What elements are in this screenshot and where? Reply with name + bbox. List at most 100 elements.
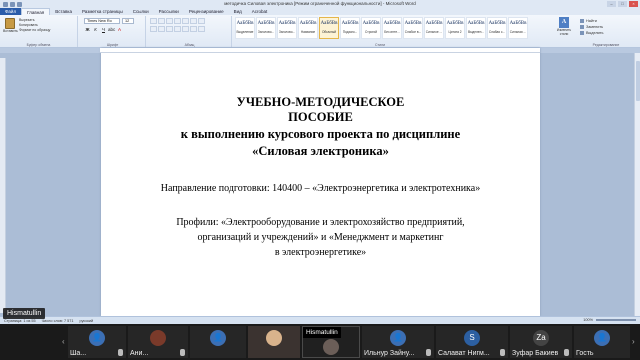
- bold-button[interactable]: Ж: [84, 26, 91, 33]
- zoom-level[interactable]: 100%: [583, 318, 593, 322]
- shading-icon[interactable]: [190, 26, 197, 32]
- participant-tile[interactable]: 👤: [190, 326, 246, 358]
- style-sample: АаБбВв: [509, 21, 527, 26]
- style-item[interactable]: АаБбВв Название: [298, 17, 318, 39]
- increase-indent-icon[interactable]: [182, 18, 189, 24]
- style-name: Подзаго...: [342, 30, 358, 34]
- word-count[interactable]: Число слов: 7 571: [42, 319, 74, 323]
- select-button[interactable]: Выделить: [580, 30, 604, 36]
- decrease-indent-icon[interactable]: [174, 18, 181, 24]
- tab-page-layout[interactable]: Разметка страницы: [77, 8, 128, 15]
- style-item-selected[interactable]: АаБбВв Обычный: [319, 17, 339, 39]
- scroll-thumb[interactable]: [636, 61, 640, 101]
- tab-home[interactable]: Главная: [21, 8, 51, 15]
- doc-title-line: УЧЕБНО-МЕТОДИЧЕСКОЕ: [236, 95, 405, 109]
- participant-tile-active[interactable]: Hismatullin: [302, 326, 360, 358]
- italic-button[interactable]: К: [92, 26, 99, 33]
- font-size-select[interactable]: 12: [122, 18, 134, 24]
- align-right-icon[interactable]: [166, 26, 173, 32]
- participant-name: Ша...: [70, 350, 87, 357]
- document-page[interactable]: УЧЕБНО-МЕТОДИЧЕСКОЕ ПОСОБИЕ к выполнению…: [101, 48, 540, 316]
- style-item[interactable]: АаБбВв Сильное ...: [424, 17, 444, 39]
- tab-mailings[interactable]: Рассылки: [154, 8, 184, 15]
- participant-tile[interactable]: [248, 326, 300, 358]
- window-title: методичка Силовая электроника [Режим огр…: [224, 1, 416, 6]
- style-name: Цитата 2: [448, 30, 462, 34]
- style-name: Название: [300, 30, 316, 34]
- numbering-icon[interactable]: [158, 18, 165, 24]
- style-name: Строгий: [364, 30, 378, 34]
- horizontal-ruler: [100, 48, 540, 53]
- doc-profile-line: организаций и учреждений» и «Менеджмент …: [197, 232, 444, 243]
- style-item[interactable]: АаБбВв Без инте...: [382, 17, 402, 39]
- font-color-button[interactable]: A: [116, 26, 123, 33]
- line-spacing-icon[interactable]: [182, 26, 189, 32]
- minimize-button[interactable]: –: [607, 1, 616, 7]
- participant-tile[interactable]: 👤 Ильнур Зайну...: [362, 326, 434, 358]
- maximize-button[interactable]: □: [618, 1, 627, 7]
- multilevel-list-icon[interactable]: [166, 18, 173, 24]
- tab-view[interactable]: Вид: [229, 8, 247, 15]
- tab-insert[interactable]: Вставка: [50, 8, 77, 15]
- chevron-right-icon[interactable]: ›: [632, 338, 638, 346]
- status-bar: Страница: 1 из 55 Число слов: 7 571 русс…: [0, 316, 640, 324]
- participant-name: Гость: [576, 350, 594, 357]
- font-name-select[interactable]: Times New Ro: [84, 18, 120, 24]
- bullets-icon[interactable]: [150, 18, 157, 24]
- participant-tile[interactable]: S Салават Нигм...: [436, 326, 508, 358]
- participant-tile[interactable]: 👤 Ша...: [68, 326, 126, 358]
- participant-tile[interactable]: 👤 Гость: [574, 326, 630, 358]
- avatar: 👤: [89, 330, 105, 346]
- participant-tile[interactable]: Ани...: [128, 326, 188, 358]
- style-item[interactable]: АаБбВв Строгий: [361, 17, 381, 39]
- vertical-scrollbar[interactable]: [634, 53, 640, 316]
- language[interactable]: русский: [80, 319, 94, 323]
- tab-references[interactable]: Ссылки: [128, 8, 154, 15]
- mic-icon: [118, 349, 123, 356]
- borders-icon[interactable]: [198, 26, 205, 32]
- underline-button[interactable]: Ч: [100, 26, 107, 33]
- avatar: [150, 330, 166, 346]
- align-center-icon[interactable]: [158, 26, 165, 32]
- style-item[interactable]: АаБбВв Заголово...: [277, 17, 297, 39]
- style-item[interactable]: АаБбВв Сильная ...: [508, 17, 528, 39]
- format-painter-button[interactable]: Формат по образцу: [19, 28, 50, 33]
- avatar: 👤: [390, 330, 406, 346]
- style-item[interactable]: АаБбВв Выделен...: [466, 17, 486, 39]
- doc-profile-line: в электроэнергетике»: [274, 247, 367, 258]
- participant-name: Салават Нигм...: [438, 350, 490, 357]
- tab-file[interactable]: Файл: [0, 8, 22, 15]
- align-left-icon[interactable]: [150, 26, 157, 32]
- paste-button[interactable]: Вставить: [3, 18, 18, 34]
- style-item[interactable]: АаБбВв Заголово...: [256, 17, 276, 39]
- sort-icon[interactable]: [190, 18, 197, 24]
- tab-review[interactable]: Рецензирование: [184, 8, 229, 15]
- show-marks-icon[interactable]: [198, 18, 205, 24]
- avatar: 👤: [594, 330, 610, 346]
- ruler-margin: [540, 48, 640, 53]
- style-item[interactable]: АаБбВв Цитата 2: [445, 17, 465, 39]
- style-item[interactable]: АаБбВв Подзаго...: [340, 17, 360, 39]
- style-name: Выделен...: [468, 30, 484, 34]
- style-sample: АаБбВв: [299, 21, 317, 26]
- style-item[interactable]: АаБбВв Выделение: [235, 17, 255, 39]
- participant-tile[interactable]: Za Зуфар Бакиев: [510, 326, 572, 358]
- zoom-slider[interactable]: [596, 319, 636, 321]
- style-item[interactable]: АаБбВв Слабая с...: [487, 17, 507, 39]
- page-count[interactable]: Страница: 1 из 55: [4, 319, 36, 323]
- editing-group: Найти Заменить Выделить: [580, 18, 604, 36]
- doc-direction: Направление подготовки: 140400 – «Электр…: [160, 183, 481, 194]
- justify-icon[interactable]: [174, 26, 181, 32]
- strikethrough-button[interactable]: abc: [108, 26, 115, 33]
- change-styles-label: Изменить стили: [556, 28, 572, 36]
- participant-name: Ани...: [130, 350, 149, 357]
- tab-acrobat[interactable]: Acrobat: [247, 8, 273, 15]
- change-styles-button[interactable]: A Изменить стили: [555, 17, 573, 39]
- style-name: Выделение: [236, 30, 254, 34]
- avatar: 👤: [210, 330, 226, 346]
- close-button[interactable]: ×: [629, 1, 638, 7]
- style-name: Слабое в...: [404, 30, 422, 34]
- style-name: Сильное ...: [425, 30, 443, 34]
- style-item[interactable]: АаБбВв Слабое в...: [403, 17, 423, 39]
- style-name: Заголово...: [257, 30, 275, 34]
